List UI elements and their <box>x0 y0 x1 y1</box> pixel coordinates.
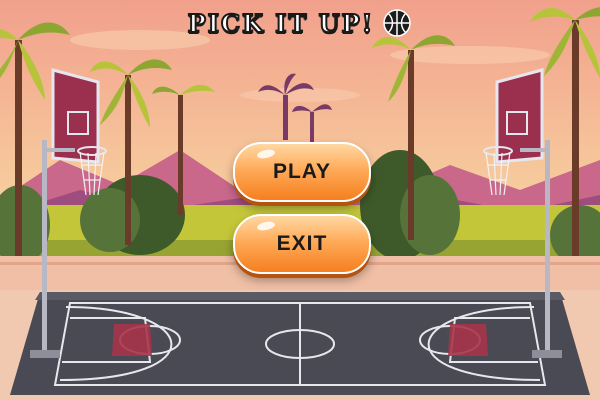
game-title: PICK IT UP! <box>0 6 600 40</box>
right-key <box>448 324 488 356</box>
play-button-label: PLAY <box>272 160 332 183</box>
basketball-icon <box>383 9 412 37</box>
exit-button-label: EXIT <box>276 232 328 255</box>
play-button[interactable]: PLAY <box>233 142 371 202</box>
game-title-text: PICK IT UP! <box>187 8 375 39</box>
game-menu-screen: PICK IT UP! PLAY EXIT <box>0 0 600 400</box>
exit-button[interactable]: EXIT <box>233 214 371 274</box>
left-key <box>112 324 152 356</box>
